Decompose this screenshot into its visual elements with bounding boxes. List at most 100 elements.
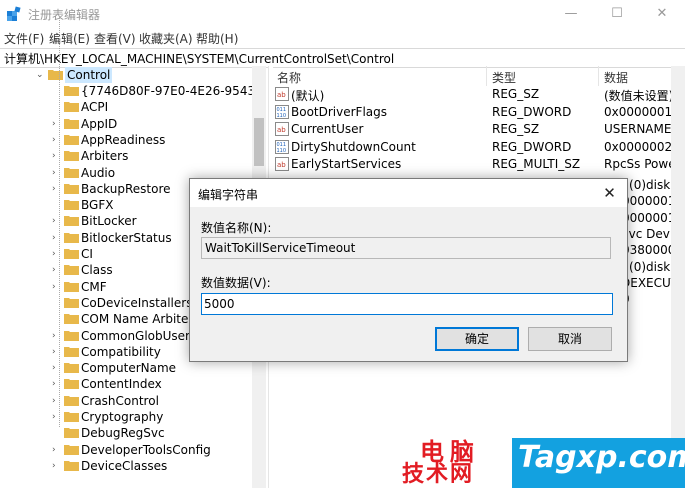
column-divider[interactable] xyxy=(486,66,487,86)
column-header-type[interactable]: 类型 xyxy=(492,69,516,86)
tree-item-label: CI xyxy=(81,247,93,261)
tree-item[interactable]: ACPI xyxy=(0,99,252,115)
tree-item[interactable]: {7746D80F-97E0-4E26-9543-26 xyxy=(0,83,266,99)
value-name: BootDriverFlags xyxy=(291,104,388,119)
folder-icon xyxy=(64,395,79,406)
string-value-icon: ab xyxy=(275,87,289,101)
chevron-right-icon[interactable]: › xyxy=(52,461,60,470)
string-value-icon: ab xyxy=(275,157,289,171)
tree-item-label: AppID xyxy=(81,116,118,131)
dialog-title: 编辑字符串 xyxy=(198,188,259,202)
tree-item-label: BGFX xyxy=(81,198,114,213)
tree-item[interactable]: › ComputerName xyxy=(0,360,252,376)
folder-icon xyxy=(64,428,79,439)
tree-item[interactable]: › DeveloperToolsConfig xyxy=(0,442,252,458)
address-path: 计算机\HKEY_LOCAL_MACHINE\SYSTEM\CurrentCon… xyxy=(4,52,395,66)
value-data: USERNAME xyxy=(604,122,672,136)
value-data-label: 数值数据(V): xyxy=(201,276,271,290)
folder-icon xyxy=(64,232,79,243)
window-title: 注册表编辑器 xyxy=(28,8,101,22)
folder-icon xyxy=(64,265,79,276)
close-button[interactable]: ✕ xyxy=(639,0,685,28)
tree-item-label: Class xyxy=(81,263,113,278)
tree-item[interactable]: › CrashControl xyxy=(0,393,252,409)
folder-icon xyxy=(64,134,79,145)
column-divider[interactable] xyxy=(598,66,599,86)
tree-item-label: Compatibility xyxy=(81,344,161,359)
maximize-button[interactable]: ☐ xyxy=(594,0,640,28)
tree-item-label: CommonGlobUserSe xyxy=(81,328,205,343)
column-header-name[interactable]: 名称 xyxy=(277,69,301,86)
tree-item[interactable]: › DeviceClasses xyxy=(0,458,252,474)
value-row[interactable]: ab EarlyStartServices REG_MULTI_SZ RpcSs Po… xyxy=(272,156,685,173)
tree-item-label: BitlockerStatus xyxy=(81,230,172,245)
string-value-icon: ab xyxy=(275,122,289,136)
dialog-title-bar: 编辑字符串 ✕ xyxy=(190,179,627,207)
folder-icon xyxy=(64,151,79,162)
tree-item-label: CrashControl xyxy=(81,393,159,408)
folder-icon xyxy=(64,102,79,113)
tree-item-label: DeveloperToolsConfig xyxy=(81,442,211,457)
address-bar[interactable]: 计算机\HKEY_LOCAL_MACHINE\SYSTEM\CurrentCon… xyxy=(0,48,685,68)
tree-item-label: BackupRestore xyxy=(81,181,171,196)
title-bar: 注册表编辑器 — ☐ ✕ xyxy=(0,0,685,28)
minimize-button[interactable]: — xyxy=(548,0,594,28)
value-data-input[interactable] xyxy=(201,293,613,315)
tree-item[interactable]: › Arbiters xyxy=(0,148,252,164)
menu-favorites[interactable]: 收藏夹(A) xyxy=(139,30,193,47)
folder-icon xyxy=(64,460,79,471)
svg-text:ab: ab xyxy=(277,161,286,169)
folder-icon xyxy=(64,281,79,292)
value-name: DirtyShutdownCount xyxy=(291,139,416,154)
menu-help[interactable]: 帮助(H) xyxy=(196,30,238,47)
folder-icon xyxy=(64,216,79,227)
tree-item-label: CMF xyxy=(81,279,107,294)
folder-icon xyxy=(64,249,79,259)
value-type: REG_SZ xyxy=(492,122,540,136)
tree-item[interactable]: › ContentIndex xyxy=(0,376,252,392)
chevron-down-icon[interactable]: ⌄ xyxy=(36,71,44,80)
value-name: CurrentUser xyxy=(291,122,364,136)
value-name-label: 数值名称(N): xyxy=(201,221,272,235)
value-type: REG_MULTI_SZ xyxy=(492,157,581,171)
value-row[interactable]: ab CurrentUser REG_SZ USERNAME xyxy=(272,121,685,138)
tree-item-label: BitLocker xyxy=(81,214,137,229)
list-scrollbar[interactable] xyxy=(671,66,685,488)
tree-item-label: {7746D80F-97E0-4E26-9543-26 xyxy=(81,84,266,98)
tree-item-label: Arbiters xyxy=(81,149,129,164)
value-row[interactable]: 011 110 BootDriverFlags REG_DWORD 0x0000001c… xyxy=(272,104,685,121)
chevron-right-icon[interactable]: › xyxy=(52,445,60,454)
tree-item[interactable]: DebugRegSvc xyxy=(0,425,252,441)
menu-file[interactable]: 文件(F) xyxy=(4,30,44,47)
value-row[interactable]: ab (默认) REG_SZ (数值未设置) xyxy=(272,86,685,103)
svg-text:ab: ab xyxy=(277,126,286,134)
folder-icon xyxy=(64,167,79,178)
value-type: REG_DWORD xyxy=(492,104,572,119)
ok-button[interactable]: 确定 xyxy=(435,327,519,351)
folder-icon xyxy=(64,412,79,422)
value-row[interactable]: 011 110 DirtyShutdownCount REG_DWORD 0x00000… xyxy=(272,139,685,156)
tree-item-label: DeviceClasses xyxy=(81,458,168,473)
watermark-text-line2: 技术网 xyxy=(402,462,475,487)
tree-item[interactable]: › Cryptography xyxy=(0,409,252,425)
folder-icon xyxy=(64,330,79,341)
tree-item[interactable]: › AppReadiness xyxy=(0,132,252,148)
menu-view[interactable]: 查看(V) xyxy=(94,30,136,47)
tree-item-label: DebugRegSvc xyxy=(81,426,165,441)
dialog-close-button[interactable]: ✕ xyxy=(592,179,627,207)
tree-item-label: Cryptography xyxy=(81,410,164,424)
cancel-button[interactable]: 取消 xyxy=(528,327,612,351)
tree-scrollbar-thumb[interactable] xyxy=(254,118,264,166)
value-name-text: WaitToKillServiceTimeout xyxy=(205,241,356,255)
tree-item-label: CoDeviceInstallers xyxy=(81,295,193,310)
edit-string-dialog: 编辑字符串 ✕ 数值名称(N): WaitToKillServiceTimeou… xyxy=(189,178,628,362)
folder-icon xyxy=(64,118,79,129)
menu-edit[interactable]: 编辑(E) xyxy=(49,30,90,47)
folder-open-icon xyxy=(48,70,63,80)
tree-item-label: Control xyxy=(65,67,113,83)
column-header-data[interactable]: 数据 xyxy=(604,69,628,86)
tree-item[interactable]: › AppID xyxy=(0,116,252,132)
tree-item-control[interactable]: ⌄ Control xyxy=(0,67,252,83)
svg-text:110: 110 xyxy=(277,113,287,119)
value-data: (数值未设置) xyxy=(604,89,674,103)
